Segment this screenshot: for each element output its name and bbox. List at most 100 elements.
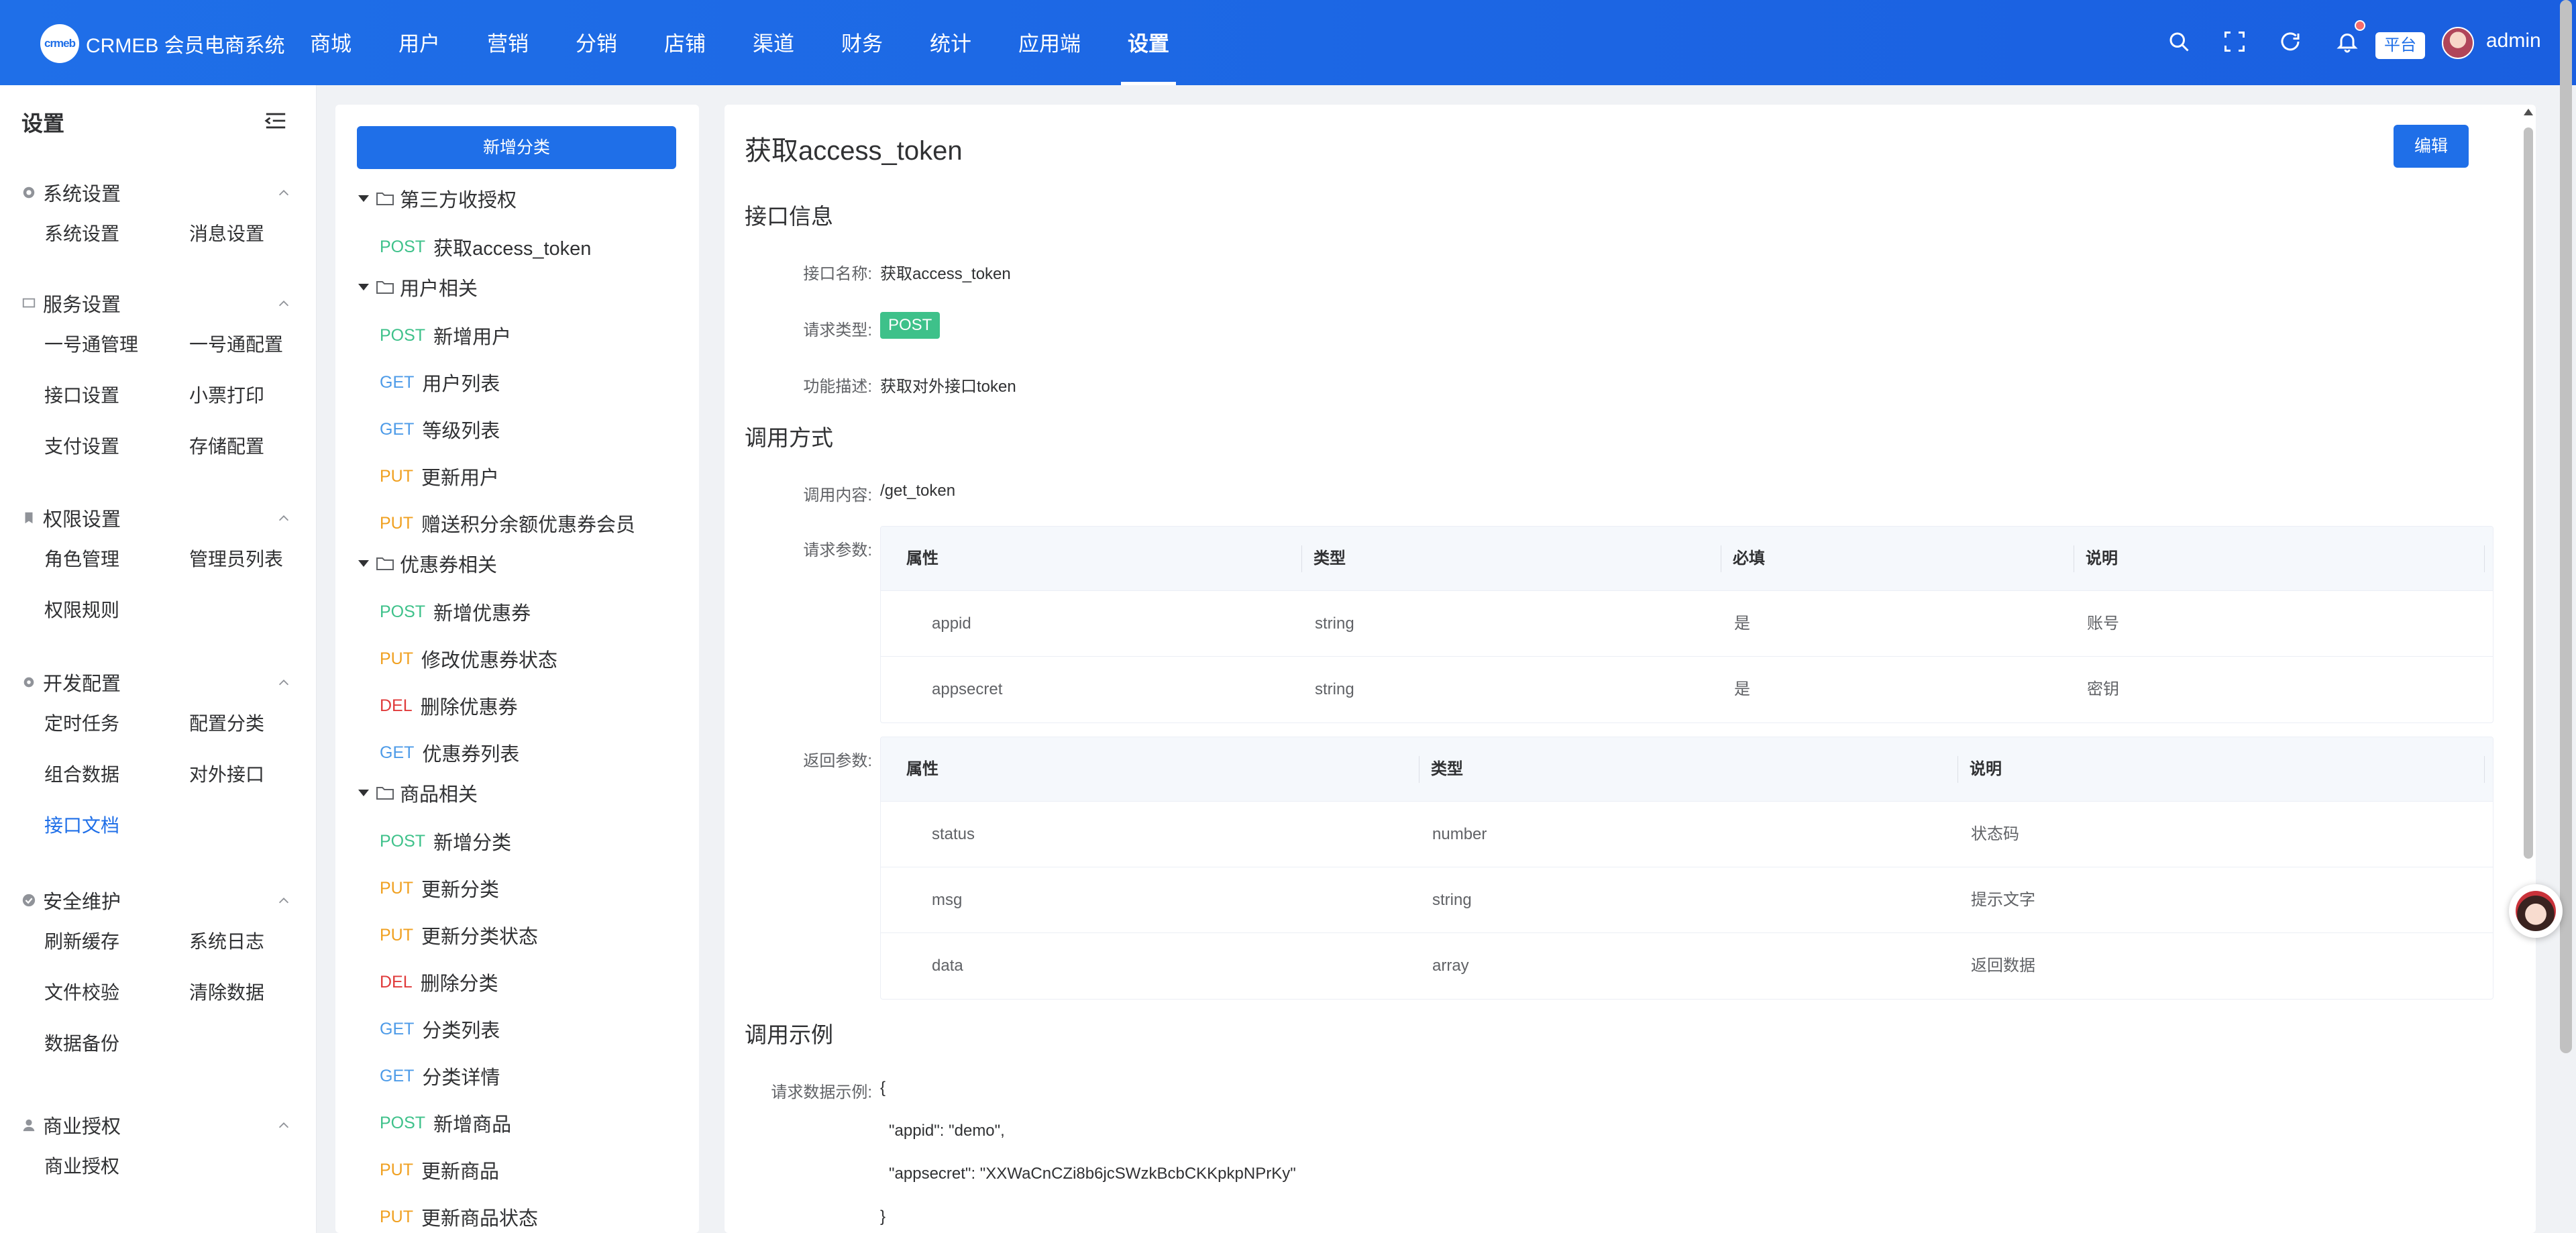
chevron-up-icon[interactable] xyxy=(276,1118,291,1133)
tree-folder[interactable]: 第三方收授权 xyxy=(358,185,517,212)
caret-down-icon[interactable] xyxy=(358,284,369,290)
sidebar-item[interactable]: 消息设置 xyxy=(189,219,264,246)
refresh-icon[interactable] xyxy=(2278,30,2302,54)
sidebar-item[interactable]: 刷新缓存 xyxy=(44,927,119,954)
detail-scrollbar[interactable] xyxy=(2524,127,2533,859)
logo[interactable]: crmeb CRMEB 会员电商系统 xyxy=(40,24,285,63)
top-nav-item[interactable]: 用户 xyxy=(398,0,440,85)
bell-icon[interactable] xyxy=(2335,30,2359,54)
request-params-label: 请求参数: xyxy=(803,541,872,559)
sidebar-group-header[interactable]: 安全维护 xyxy=(21,887,121,914)
sidebar-item[interactable]: 管理员列表 xyxy=(189,545,283,572)
tree-api-item[interactable]: DEL 删除优惠券 xyxy=(380,692,518,719)
top-nav-item[interactable]: 财务 xyxy=(841,0,883,85)
chevron-up-icon[interactable] xyxy=(276,297,291,311)
search-icon[interactable] xyxy=(2167,30,2191,54)
scroll-up-arrow[interactable] xyxy=(2524,109,2533,115)
chevron-up-icon[interactable] xyxy=(276,186,291,201)
customer-service-button[interactable] xyxy=(2509,884,2563,938)
table-cell: 返回数据 xyxy=(1971,957,2035,975)
tree-api-item[interactable]: GET 等级列表 xyxy=(380,416,500,443)
tree-api-item[interactable]: POST 新增分类 xyxy=(380,828,511,855)
top-nav-item[interactable]: 应用端 xyxy=(1018,0,1081,85)
avatar[interactable] xyxy=(2442,27,2474,59)
tree-api-item[interactable]: GET 用户列表 xyxy=(380,369,500,396)
caret-down-icon[interactable] xyxy=(358,790,369,796)
sidebar-group-header[interactable]: 系统设置 xyxy=(21,179,121,206)
tree-api-item[interactable]: POST 新增用户 xyxy=(380,322,511,349)
sidebar-item[interactable]: 组合数据 xyxy=(44,760,119,787)
top-nav-item[interactable]: 设置 xyxy=(1121,0,1176,85)
tree-folder-label: 第三方收授权 xyxy=(400,190,517,211)
sidebar-group-header[interactable]: 开发配置 xyxy=(21,669,121,696)
sidebar-item[interactable]: 一号通配置 xyxy=(189,330,283,357)
fullscreen-icon[interactable] xyxy=(2222,30,2247,54)
column-divider xyxy=(2484,756,2485,783)
sidebar-item[interactable]: 清除数据 xyxy=(189,978,264,1005)
tree-api-item[interactable]: DEL 删除分类 xyxy=(380,969,498,996)
sidebar-item[interactable]: 系统日志 xyxy=(189,927,264,954)
tree-api-item[interactable]: POST 新增优惠券 xyxy=(380,598,531,625)
menu-collapse-icon[interactable] xyxy=(264,111,287,131)
sidebar-group-label: 权限设置 xyxy=(43,509,121,531)
top-nav-item[interactable]: 商城 xyxy=(310,0,352,85)
add-category-button[interactable]: 新增分类 xyxy=(357,126,676,169)
tree-api-item[interactable]: POST 获取access_token xyxy=(380,233,591,260)
sidebar-group-header[interactable]: 权限设置 xyxy=(21,504,121,531)
user-name[interactable]: admin xyxy=(2486,30,2541,52)
sidebar-item[interactable]: 存储配置 xyxy=(189,432,264,459)
tree-api-item[interactable]: PUT 修改优惠券状态 xyxy=(380,645,557,672)
tree-folder[interactable]: 优惠券相关 xyxy=(358,550,497,577)
tree-api-item[interactable]: GET 分类列表 xyxy=(380,1016,500,1042)
sidebar-item[interactable]: 配置分类 xyxy=(189,709,264,736)
code-line: { xyxy=(880,1079,886,1097)
tree-api-item[interactable]: POST 新增商品 xyxy=(380,1110,511,1136)
chevron-up-icon[interactable] xyxy=(276,511,291,526)
tree-api-item[interactable]: GET 优惠券列表 xyxy=(380,739,519,766)
tree-api-item[interactable]: PUT 更新用户 xyxy=(380,463,499,490)
tree-api-label: 获取access_token xyxy=(433,238,592,260)
sidebar-item[interactable]: 定时任务 xyxy=(44,709,119,736)
tree-api-item[interactable]: PUT 赠送积分余额优惠券会员 xyxy=(380,510,635,537)
tree-api-label: 更新商品状态 xyxy=(421,1208,539,1230)
tree-api-item[interactable]: PUT 更新商品 xyxy=(380,1157,499,1183)
top-nav-item[interactable]: 分销 xyxy=(576,0,617,85)
top-nav-item[interactable]: 店铺 xyxy=(664,0,706,85)
page-scrollbar[interactable] xyxy=(2560,0,2572,1053)
edit-button[interactable]: 编辑 xyxy=(2394,125,2469,168)
sidebar-item[interactable]: 系统设置 xyxy=(44,219,119,246)
tree-folder[interactable]: 用户相关 xyxy=(358,274,478,301)
tree-api-item[interactable]: PUT 更新商品状态 xyxy=(380,1203,538,1230)
notification-badge xyxy=(2355,20,2365,31)
sidebar-group-label: 商业授权 xyxy=(43,1116,121,1138)
chevron-up-icon[interactable] xyxy=(276,894,291,908)
sidebar-group-header[interactable]: 商业授权 xyxy=(21,1112,121,1138)
platform-button[interactable]: 平台 xyxy=(2375,32,2425,59)
sidebar-item[interactable]: 角色管理 xyxy=(44,545,119,572)
sidebar-item[interactable]: 接口文档 xyxy=(44,811,119,838)
top-nav-item[interactable]: 统计 xyxy=(930,0,971,85)
tree-folder[interactable]: 商品相关 xyxy=(358,780,478,806)
sidebar-item[interactable]: 一号通管理 xyxy=(44,330,138,357)
tree-api-item[interactable]: PUT 更新分类状态 xyxy=(380,922,538,949)
chevron-up-icon[interactable] xyxy=(276,676,291,690)
api-tree-panel: 新增分类 第三方收授权 POST 获取access_token 用户相关 POST 新增用… xyxy=(335,105,699,1233)
tree-api-item[interactable]: GET 分类详情 xyxy=(380,1063,500,1089)
sidebar-item[interactable]: 商业授权 xyxy=(44,1152,119,1179)
sidebar-item[interactable]: 文件校验 xyxy=(44,978,119,1005)
sidebar-item[interactable]: 权限规则 xyxy=(44,596,119,623)
sidebar-item[interactable]: 数据备份 xyxy=(44,1029,119,1056)
tree-api-label: 更新用户 xyxy=(421,468,500,489)
sidebar-item[interactable]: 对外接口 xyxy=(189,760,264,787)
http-method-badge: DEL xyxy=(380,696,413,715)
top-nav-item[interactable]: 渠道 xyxy=(753,0,794,85)
tree-api-item[interactable]: PUT 更新分类 xyxy=(380,875,499,902)
sidebar-item[interactable]: 支付设置 xyxy=(44,432,119,459)
folder-icon xyxy=(376,281,394,294)
caret-down-icon[interactable] xyxy=(358,560,369,567)
top-nav-item[interactable]: 营销 xyxy=(487,0,529,85)
sidebar-item[interactable]: 小票打印 xyxy=(189,381,264,408)
sidebar-item[interactable]: 接口设置 xyxy=(44,381,119,408)
sidebar-group-header[interactable]: 服务设置 xyxy=(21,290,121,317)
caret-down-icon[interactable] xyxy=(358,195,369,202)
